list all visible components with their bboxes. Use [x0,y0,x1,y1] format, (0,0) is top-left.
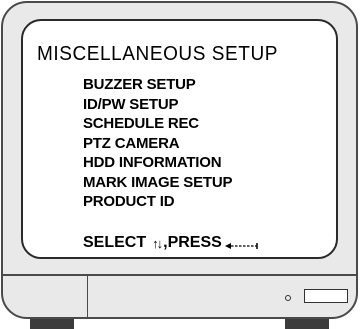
menu-title: MISCELLANEOUS SETUP [37,43,279,65]
power-led-icon [285,295,291,301]
hint-select-label: SELECT [83,234,147,251]
power-button[interactable] [304,289,348,303]
up-down-arrows-icon: ↑↓ [152,235,163,251]
monitor-foot-left [30,319,74,329]
monitor-frame: MISCELLANEOUS SETUP BUZZER SETUP ID/PW S… [1,1,358,319]
menu-item-schedule-rec[interactable]: SCHEDULE REC [83,114,232,134]
menu-item-id-pw-setup[interactable]: ID/PW SETUP [83,95,232,115]
navigation-hint: SELECT ↑↓ ,PRESS [83,234,259,252]
menu-item-product-id[interactable]: PRODUCT ID [83,192,232,212]
base-separator [87,274,88,317]
menu-item-ptz-camera[interactable]: PTZ CAMERA [83,134,232,154]
enter-key-icon [224,238,259,249]
menu-item-buzzer-setup[interactable]: BUZZER SETUP [83,75,232,95]
base-divider [3,274,356,276]
monitor-foot-right [285,319,329,329]
menu-list: BUZZER SETUP ID/PW SETUP SCHEDULE REC PT… [83,75,233,212]
screen: MISCELLANEOUS SETUP BUZZER SETUP ID/PW S… [21,19,338,259]
hint-press-label: ,PRESS [163,234,222,251]
menu-item-hdd-information[interactable]: HDD INFORMATION [83,153,232,173]
menu-item-mark-image-setup[interactable]: MARK IMAGE SETUP [83,173,233,193]
